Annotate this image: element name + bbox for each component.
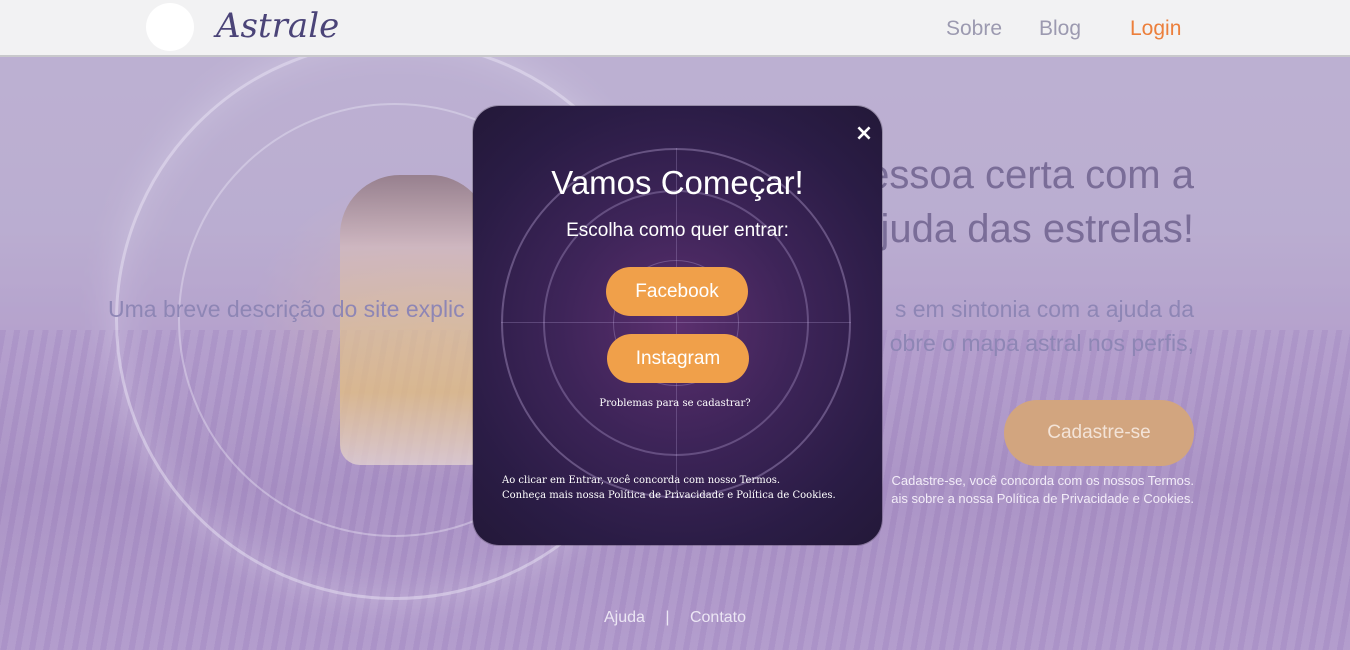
nav-blog-link[interactable]: Blog: [1039, 17, 1081, 41]
modal-terms-line: Ao clicar em Entrar, você concorda com n…: [502, 475, 781, 486]
hero-terms: Cadastre-se, você concorda com os nossos…: [850, 472, 1194, 508]
close-icon[interactable]: ×: [852, 122, 876, 146]
hero-description-line: obre o mapa astral nos perfis,: [889, 330, 1194, 356]
footer: Ajuda | Contato: [0, 609, 1350, 627]
footer-contact-link[interactable]: Contato: [690, 609, 746, 626]
footer-separator: |: [665, 609, 670, 626]
modal-subtitle: Escolha como quer entrar:: [566, 220, 789, 241]
modal-terms: Ao clicar em Entrar, você concorda com n…: [502, 473, 862, 503]
facebook-login-button[interactable]: Facebook: [606, 267, 748, 316]
signup-help-link[interactable]: Problemas para se cadastrar?: [473, 398, 877, 409]
modal-terms-line: Conheça mais nossa Política de Privacida…: [502, 490, 836, 501]
modal-title: Vamos Começar!: [551, 164, 804, 201]
logo-icon[interactable]: [146, 3, 194, 51]
hero-description-right: s em sintonia com a ajuda da obre o mapa…: [854, 292, 1194, 360]
login-modal: × Vamos Começar! Escolha como quer entra…: [473, 106, 882, 545]
hero-terms-line: Cadastre-se, você concorda com os nossos…: [891, 473, 1194, 488]
nav-about-link[interactable]: Sobre: [946, 17, 1002, 41]
hero-description-line: s em sintonia com a ajuda da: [894, 296, 1194, 322]
nav-login-link[interactable]: Login: [1130, 17, 1181, 41]
footer-help-link[interactable]: Ajuda: [604, 609, 645, 626]
signup-button[interactable]: Cadastre-se: [1004, 400, 1194, 466]
brand-name[interactable]: Astrale: [216, 6, 339, 46]
hero-terms-line: ais sobre a nossa Política de Privacidad…: [891, 491, 1194, 506]
top-nav: Astrale Sobre Blog Login: [0, 0, 1350, 57]
hero-description-left: Uma breve descrição do site explic: [108, 296, 465, 322]
instagram-login-button[interactable]: Instagram: [607, 334, 749, 383]
